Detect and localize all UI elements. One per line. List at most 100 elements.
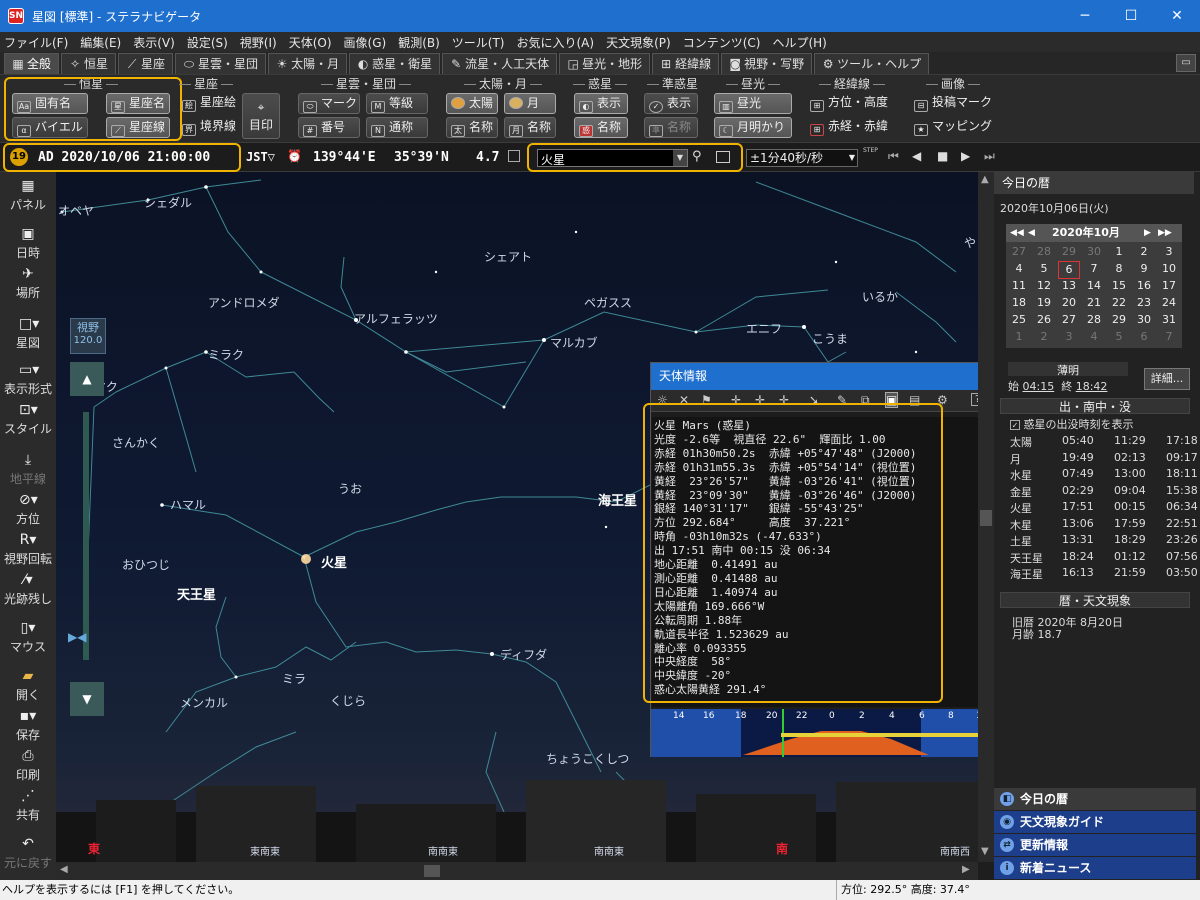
calendar-day[interactable]: 7 [1158, 329, 1180, 345]
scroll-thumb[interactable] [424, 865, 440, 877]
horizontal-scrollbar[interactable]: ◀ ▶ [56, 862, 978, 880]
label-triangulum[interactable]: さんかく [112, 434, 160, 451]
label-pisces[interactable]: うお [338, 480, 362, 497]
calendar-day[interactable]: 16 [1133, 278, 1155, 294]
label-schedar[interactable]: シェダル [144, 194, 192, 211]
calendar-day[interactable]: 22 [1108, 295, 1130, 311]
calendar-day[interactable]: 27 [1058, 312, 1080, 328]
stop-icon[interactable]: ■ [937, 149, 948, 163]
show-planets-checkbox[interactable]: ✓ 惑星の出没時刻を表示 [1010, 416, 1134, 432]
open-button[interactable]: ▰ 開く [0, 668, 56, 703]
minor-name-button[interactable]: 準名称 [644, 117, 698, 138]
label-uranus[interactable]: 天王星 [177, 584, 216, 603]
calendar-day[interactable]: 20 [1058, 295, 1080, 311]
tab-fov[interactable]: ◙ 視野・写野 [721, 53, 813, 74]
calendar-day[interactable]: 3 [1158, 244, 1180, 260]
play-icon[interactable]: ▶ [961, 149, 970, 163]
menu-edit[interactable]: 編集(E) [80, 34, 121, 51]
step-label[interactable]: STEP [863, 147, 878, 154]
calendar-day[interactable]: 30 [1133, 312, 1155, 328]
nebula-common-name-button[interactable]: N 通称 [366, 117, 428, 138]
zoom-out-icon[interactable]: ▼ [70, 682, 104, 716]
calendar-day[interactable]: 4 [1008, 261, 1030, 277]
tab-planets[interactable]: ◐ 惑星・衛星 [349, 53, 441, 74]
calendar-day[interactable]: 24 [1158, 295, 1180, 311]
label-markab[interactable]: マルカブ [550, 334, 598, 351]
label-alpheratz[interactable]: アルフェラッツ [354, 310, 438, 327]
calendar-day[interactable]: 18 [1008, 295, 1030, 311]
planet-name-button[interactable]: 惑名称 [574, 117, 628, 138]
calendar-day[interactable]: 4 [1083, 329, 1105, 345]
label-diphda[interactable]: ディフダ [500, 646, 547, 663]
mouse-button[interactable]: ▯▾ マウス [0, 620, 56, 655]
rotate-button[interactable]: R▾ 視野回転 [0, 532, 56, 567]
label-aries[interactable]: おひつじ [122, 556, 170, 573]
keyboard-icon[interactable] [508, 150, 520, 162]
moonlight-button[interactable]: ☾ 月明かり [714, 117, 792, 138]
sun-button[interactable]: 太陽 [446, 93, 498, 114]
prev-month-icon[interactable]: ◀ [1028, 224, 1035, 242]
tab-stars[interactable]: ✧ 恒星 [61, 53, 117, 74]
nebula-mark-button[interactable]: ⬭ マーク [298, 93, 360, 114]
play-back-icon[interactable]: ◀ [912, 149, 921, 163]
time-speed-select[interactable]: ±1分40秒/秒 ▼ [746, 149, 858, 167]
calendar-day[interactable]: 29 [1058, 244, 1080, 260]
fov-display[interactable]: 視野 120.0 [70, 318, 106, 354]
menu-observe[interactable]: 観測(B) [398, 34, 440, 51]
calendar-day[interactable]: 2 [1033, 329, 1055, 345]
calendar-day[interactable]: 26 [1033, 312, 1055, 328]
tab-phenomena-guide[interactable]: ◉ 天文現象ガイド [994, 811, 1196, 833]
tab-constellations[interactable]: ⟋ 星座 [118, 53, 174, 74]
tab-general[interactable]: ▦ 全般 [4, 53, 60, 74]
calendar-day[interactable]: 17 [1158, 278, 1180, 294]
calendar-day[interactable]: 12 [1033, 278, 1055, 294]
next-month-icon[interactable]: ▶ [1144, 224, 1151, 242]
menu-object[interactable]: 天体(O) [289, 34, 332, 51]
close-button[interactable]: ✕ [1154, 0, 1200, 32]
label-cetus[interactable]: くじら [330, 692, 366, 709]
tab-sun-moon[interactable]: ☀ 太陽・月 [268, 53, 348, 74]
pin-icon[interactable]: ▭ [1176, 54, 1196, 72]
altaz-grid-button[interactable]: ⊞ 方位・高度 [806, 93, 898, 114]
radec-grid-button[interactable]: ⊞ 赤経・赤緯 [806, 117, 898, 138]
menu-settings[interactable]: 設定(S) [187, 34, 228, 51]
calendar-day[interactable]: 5 [1033, 261, 1055, 277]
nebula-number-button[interactable]: # 番号 [298, 117, 360, 138]
label-enif[interactable]: エニフ [746, 320, 782, 337]
skip-forward-icon[interactable]: ⏭ [984, 149, 995, 164]
label-sculptor[interactable]: ちょうこくしつ [546, 750, 629, 767]
minimize-button[interactable]: ─ [1062, 0, 1108, 32]
menu-view[interactable]: 表示(V) [133, 34, 175, 51]
calendar-day[interactable]: 11 [1008, 278, 1030, 294]
mapping-button[interactable]: ★ マッピング [910, 117, 1000, 138]
tab-today-calendar[interactable]: ◧ 今日の暦 [994, 788, 1196, 810]
zoom-in-icon[interactable]: ▲ [70, 362, 104, 396]
starmap-button[interactable]: □▾ 星図 [0, 316, 56, 351]
menu-file[interactable]: ファイル(F) [4, 34, 68, 51]
zoom-handle-icon[interactable]: ▶◀ [68, 630, 104, 644]
label-edge[interactable]: や [964, 234, 976, 251]
menu-contents[interactable]: コンテンツ(C) [683, 34, 761, 51]
label-mirach[interactable]: ミラク [208, 346, 244, 363]
trail-button[interactable]: ⁄▾ 光跡残し [0, 572, 56, 607]
label-scheat[interactable]: シェアト [484, 248, 532, 265]
horizon-button[interactable]: ⤓ 地平線 [0, 452, 56, 487]
prev-year-icon[interactable]: ◀◀ [1010, 224, 1024, 242]
calendar-day[interactable]: 9 [1133, 261, 1155, 277]
skip-back-icon[interactable]: ⏮ [888, 149, 899, 164]
calendar-day[interactable]: 29 [1108, 312, 1130, 328]
moon-button[interactable]: 月 [504, 93, 556, 114]
calendar-day[interactable]: 6 [1058, 261, 1080, 279]
longitude[interactable]: 139°44'E [313, 150, 376, 165]
calendar-day[interactable]: 3 [1058, 329, 1080, 345]
datetime-button[interactable]: ▣ 日時 [0, 226, 56, 261]
calendar-day[interactable]: 7 [1083, 261, 1105, 277]
label-andromeda[interactable]: アンドロメダ [208, 294, 280, 311]
label-equuleus[interactable]: こうま [812, 330, 848, 347]
scroll-up-icon[interactable]: ▲ [981, 174, 989, 185]
print-button[interactable]: ⎙ 印刷 [0, 748, 56, 783]
next-year-icon[interactable]: ▶▶ [1158, 224, 1172, 242]
tab-update-info[interactable]: ⇄ 更新情報 [994, 834, 1196, 856]
constellation-picture-button[interactable]: 絵星座絵 [178, 93, 238, 114]
display-format-button[interactable]: ▭▾ 表示形式 [0, 362, 56, 397]
